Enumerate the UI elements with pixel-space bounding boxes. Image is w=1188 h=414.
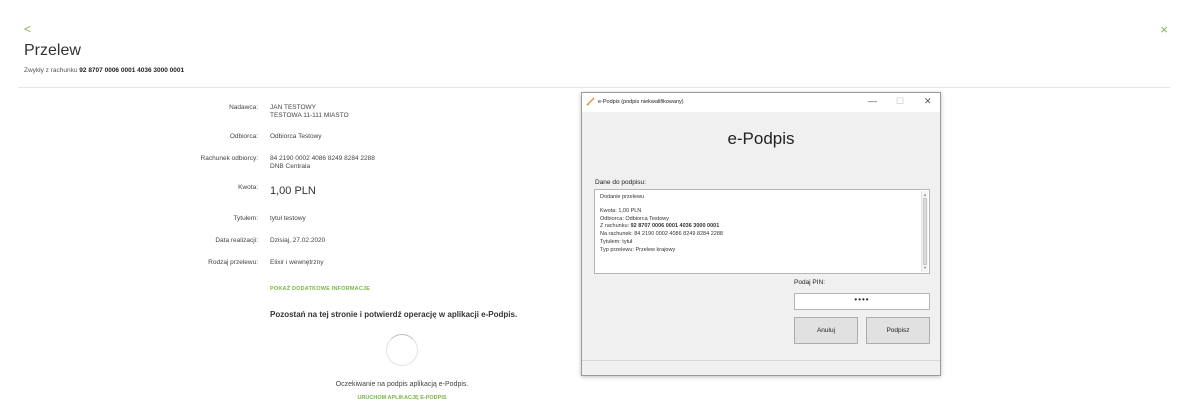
sender-name: JAN TESTOWY (270, 104, 316, 111)
sign-button[interactable]: Podpisz (866, 317, 930, 344)
sig-from-value: 92 8707 0006 0001 4036 3000 0001 (630, 223, 720, 230)
detail-title-label: Tytułem: (233, 215, 258, 222)
detail-type-label: Rodzaj przelewu: (208, 259, 258, 266)
detail-date-value: Dzisiaj, 27.02.2020 (270, 237, 326, 244)
account-number: 92 8707 0006 0001 4036 3000 0001 (79, 67, 185, 74)
sig-from-label: Z rachunku: (600, 223, 631, 230)
sig-title: Tytułem: tytuł (600, 238, 633, 245)
recipient-bank: DNB Centrala (270, 163, 311, 170)
epodpis-dialog: e-Podpis (podpis niekwalifikowany) — ☐ ✕… (581, 92, 941, 376)
back-button[interactable]: < (24, 22, 31, 36)
more-info-link[interactable]: POKAŻ DODATKOWE INFORMACJE (270, 286, 370, 292)
pen-icon (586, 97, 595, 106)
sig-type: Typ przelewu: Przelew krajowy (600, 246, 676, 253)
dialog-status-bar (582, 360, 940, 375)
cancel-button[interactable]: Anuluj (794, 317, 858, 344)
page-title: Przelew (24, 42, 81, 59)
pin-input[interactable]: •••• (794, 293, 930, 310)
sig-to-account: Na rachunek: 84 2190 0002 4086 8249 8284… (600, 231, 723, 238)
loading-spinner (386, 334, 418, 366)
waiting-message: Oczekiwanie na podpis aplikacją e-Podpis… (335, 381, 469, 388)
account-line: Zwykły z rachunku 92 8707 0006 0001 4036… (24, 67, 184, 74)
sig-recipient: Odbiorca: Odbiorca Testowy (600, 215, 669, 222)
maximize-button[interactable]: ☐ (896, 96, 904, 107)
detail-sender-label: Nadawca: (229, 104, 258, 111)
dialog-close-button[interactable]: ✕ (924, 96, 932, 107)
dialog-window-title: e-Podpis (podpis niekwalifikowany) (598, 99, 684, 105)
detail-recipient-value: Odbiorca Testowy (270, 133, 322, 140)
launch-app-link[interactable]: URUCHOM APLIKACJĘ E-PODPIS (357, 395, 446, 401)
sig-from-account: Z rachunku: 92 8707 0006 0001 4036 3000 … (600, 223, 924, 231)
sign-data-label: Dane do podpisu: (595, 179, 646, 186)
sig-operation: Dodanie przelewu (600, 194, 645, 200)
stay-message: Pozostań na tej stronie i potwierdź oper… (270, 310, 518, 319)
detail-title-value: tytuł testowy (270, 215, 306, 222)
minimize-button[interactable]: — (868, 96, 877, 106)
account-prefix: Zwykły z rachunku (24, 67, 78, 74)
dialog-titlebar[interactable]: e-Podpis (podpis niekwalifikowany) — ☐ ✕ (582, 93, 940, 112)
sender-address: TESTOWA 11-111 MIASTO (270, 112, 349, 119)
detail-type-value: Elixir i wewnętrzny (270, 259, 324, 266)
detail-recipient-account-value: 84 2190 0002 4086 8249 8284 2288 DNB Cen… (270, 155, 375, 171)
close-button[interactable]: × (1160, 22, 1168, 37)
detail-recipient-account-label: Rachunek odbiorcy: (200, 155, 258, 162)
detail-date-label: Data realizacji: (215, 237, 258, 244)
scroll-down-icon[interactable]: ▼ (922, 264, 928, 272)
dialog-heading: e-Podpis (727, 129, 795, 148)
detail-sender-value: JAN TESTOWY TESTOWA 11-111 MIASTO (270, 104, 349, 120)
detail-recipient-label: Odbiorca: (229, 133, 258, 140)
detail-amount-label: Kwota: (238, 184, 258, 191)
pin-label: Podaj PIN: (794, 279, 826, 286)
detail-amount-value: 1,00 PLN (270, 185, 316, 197)
scroll-thumb[interactable] (923, 198, 927, 265)
header-divider (18, 87, 1170, 88)
recipient-account-number: 84 2190 0002 4086 8249 8284 2288 (270, 155, 375, 162)
sign-data-box[interactable]: Dodanie przelewu Kwota: 1,00 PLN Odbiorc… (594, 189, 930, 274)
sig-amount: Kwota: 1,00 PLN (600, 207, 642, 214)
sig-scrollbar[interactable]: ▲ ▼ (921, 191, 928, 272)
